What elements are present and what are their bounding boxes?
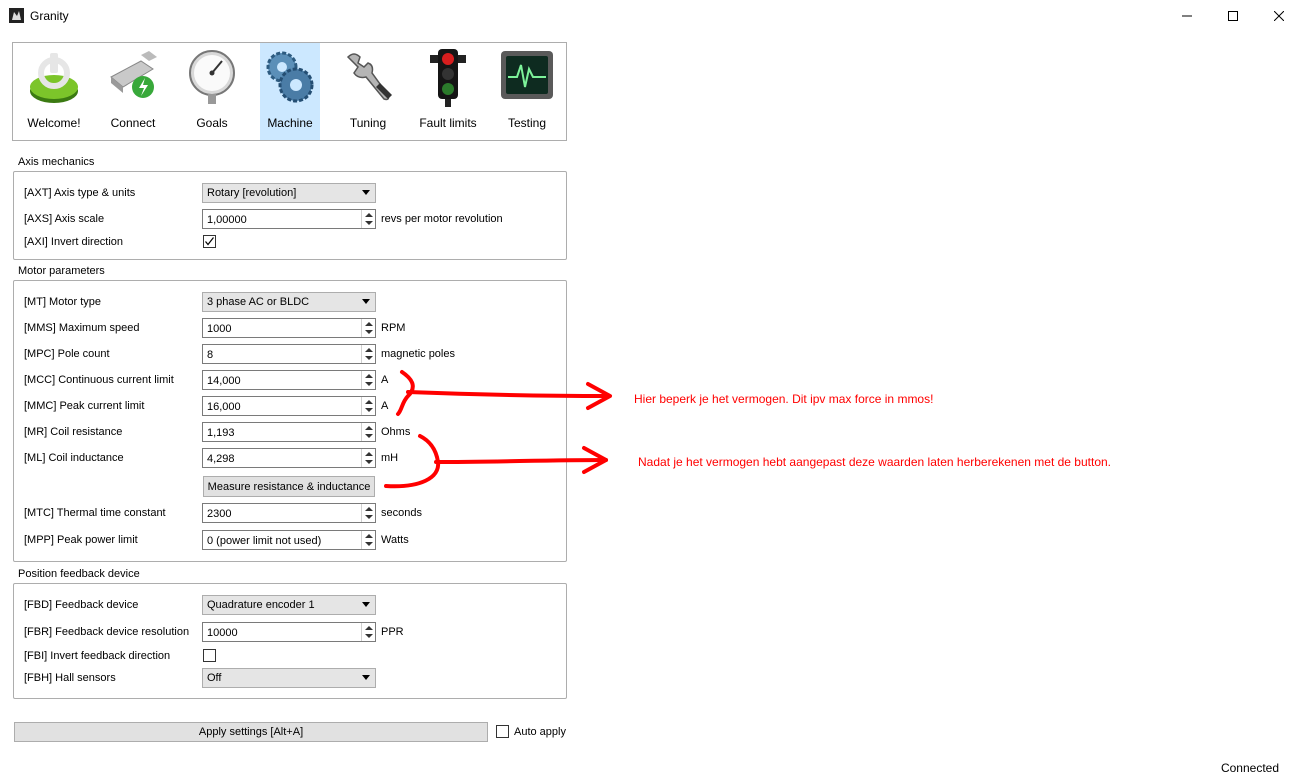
annotation-loop-2 <box>384 434 441 489</box>
annotation-note-1: Hier beperk je het vermogen. Dit ipv max… <box>634 392 934 406</box>
annotation-arrow-2-line <box>434 458 608 464</box>
annotation-note-2: Nadat je het vermogen hebt aangepast dez… <box>638 455 1111 469</box>
annotation-arrow-1-line <box>406 390 610 398</box>
annotation-overlay <box>384 370 612 489</box>
